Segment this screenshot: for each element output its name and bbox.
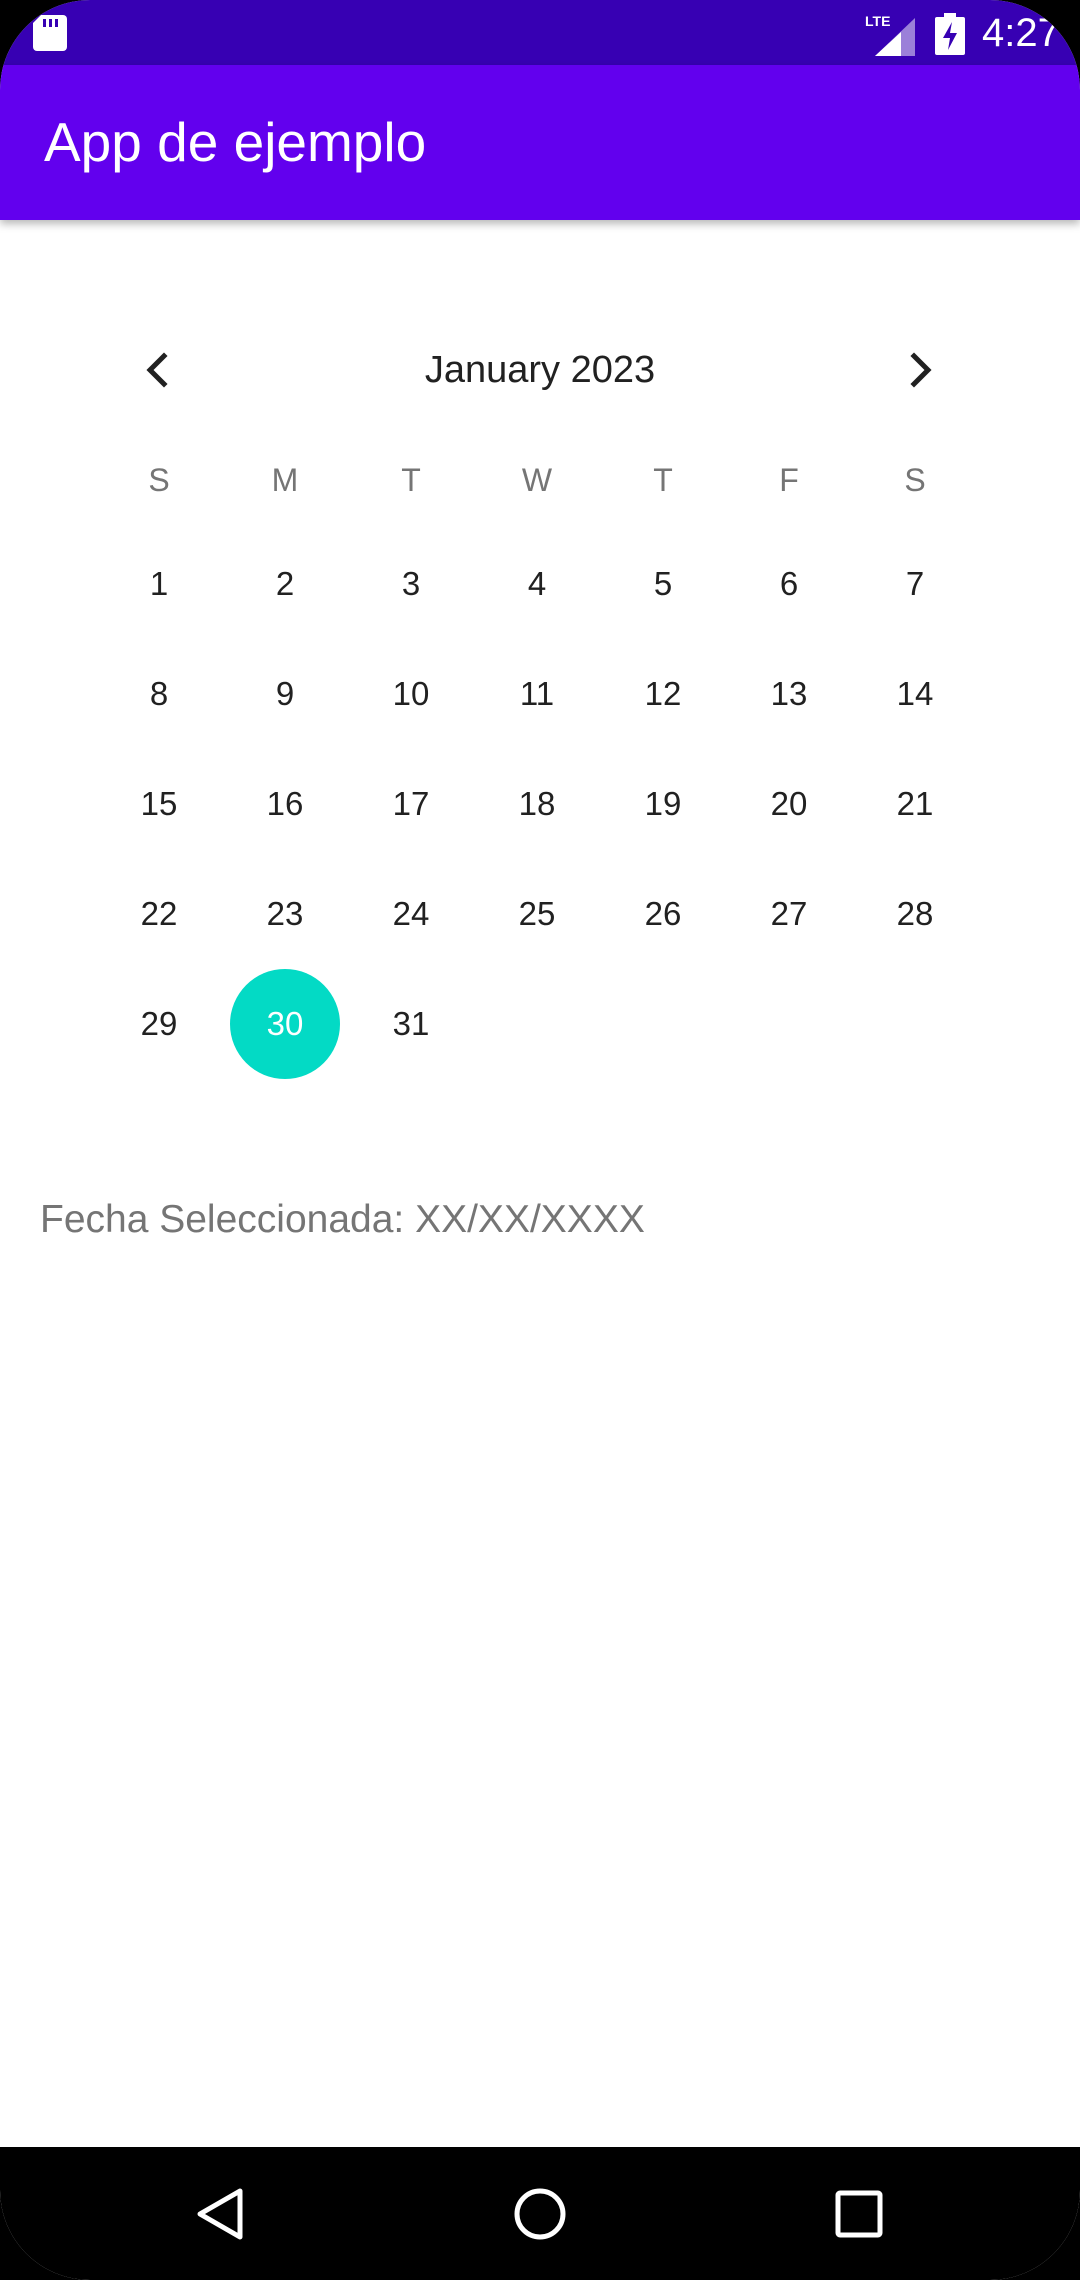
day-number: 26 [644, 895, 682, 932]
calendar-day[interactable]: 19 [608, 749, 718, 859]
calendar-day[interactable]: 7 [860, 529, 970, 639]
day-number: 11 [519, 675, 555, 712]
day-number: 10 [392, 675, 430, 712]
day-number: 5 [653, 565, 673, 602]
calendar-day[interactable]: 24 [356, 859, 466, 969]
back-icon[interactable] [188, 2181, 254, 2247]
previous-month-button[interactable] [118, 330, 198, 410]
system-navigation-bar [0, 2147, 1080, 2280]
calendar-day[interactable]: 26 [608, 859, 718, 969]
weekday-label: T [401, 462, 421, 498]
day-number: 9 [275, 675, 295, 712]
battery-charging-icon [935, 13, 965, 55]
calendar-day[interactable]: 9 [230, 639, 340, 749]
weekday-label: W [521, 462, 553, 498]
chevron-left-icon [146, 352, 168, 388]
day-number: 25 [518, 895, 556, 932]
home-icon[interactable] [507, 2181, 573, 2247]
status-clock: 4:27 [982, 11, 1060, 55]
day-number: 27 [770, 895, 808, 932]
calendar-day[interactable]: 8 [104, 639, 214, 749]
calendar-day[interactable]: 27 [734, 859, 844, 969]
day-number: 24 [392, 895, 430, 932]
calendar-day[interactable]: 20 [734, 749, 844, 859]
day-number: 15 [140, 785, 178, 822]
day-number: 8 [149, 675, 169, 712]
day-number: 6 [779, 565, 799, 602]
day-number: 18 [518, 785, 556, 822]
calendar-day[interactable]: 13 [734, 639, 844, 749]
calendar-day[interactable]: 5 [608, 529, 718, 639]
selected-date-label: Fecha Seleccionada: XX/XX/XXXX [40, 1198, 645, 1241]
calendar-day[interactable]: 31 [356, 969, 466, 1079]
calendar-day[interactable]: 29 [104, 969, 214, 1079]
recents-icon[interactable] [826, 2181, 892, 2247]
day-number: 20 [770, 785, 808, 822]
day-number: 13 [770, 675, 808, 712]
calendar-view: January 2023 S M T W T F S 1 2 3 4 5 6 7 8 9 10 11… [0, 220, 1080, 1120]
day-number: 30 [266, 1005, 304, 1042]
app-bar: App de ejemplo [0, 65, 1080, 220]
next-month-button[interactable] [880, 330, 960, 410]
weekday-label: S [148, 462, 170, 498]
weekday-label: T [653, 462, 673, 498]
calendar-day[interactable]: 1 [104, 529, 214, 639]
day-number: 21 [896, 785, 934, 822]
day-number: 12 [644, 675, 682, 712]
calendar-day[interactable]: 23 [230, 859, 340, 969]
weekday-label: F [779, 462, 799, 498]
day-number: 7 [905, 565, 925, 602]
calendar-day[interactable]: 4 [482, 529, 592, 639]
day-number: 1 [149, 565, 169, 602]
lte-signal-icon: LTE [865, 13, 915, 56]
calendar-day[interactable]: 6 [734, 529, 844, 639]
day-number: 14 [896, 675, 934, 712]
calendar-day[interactable]: 3 [356, 529, 466, 639]
calendar-day[interactable]: 21 [860, 749, 970, 859]
day-number: 17 [392, 785, 430, 822]
calendar-day[interactable]: 12 [608, 639, 718, 749]
day-number: 22 [140, 895, 178, 932]
app-title: App de ejemplo [44, 111, 427, 173]
day-number: 31 [392, 1005, 430, 1042]
chevron-right-icon [910, 352, 932, 388]
status-bar: LTE 4:27 [0, 0, 1080, 65]
day-number: 4 [527, 565, 547, 602]
calendar-day[interactable]: 25 [482, 859, 592, 969]
calendar-day[interactable]: 14 [860, 639, 970, 749]
weekday-label: S [904, 462, 926, 498]
month-year-label: January 2023 [424, 349, 656, 391]
calendar-day[interactable]: 16 [230, 749, 340, 859]
day-number: 28 [896, 895, 934, 932]
svg-text:LTE: LTE [865, 13, 890, 29]
sd-card-icon [33, 15, 67, 51]
day-number: 3 [401, 565, 421, 602]
day-number: 29 [140, 1005, 178, 1042]
day-number: 23 [266, 895, 304, 932]
calendar-day[interactable]: 11 [482, 639, 592, 749]
calendar-day-selected[interactable]: 30 [230, 969, 340, 1079]
calendar-day[interactable]: 17 [356, 749, 466, 859]
weekday-label: M [271, 462, 299, 498]
calendar-day[interactable]: 28 [860, 859, 970, 969]
day-number: 16 [266, 785, 304, 822]
calendar-day[interactable]: 2 [230, 529, 340, 639]
day-number: 19 [644, 785, 682, 822]
calendar-day[interactable]: 10 [356, 639, 466, 749]
calendar-day[interactable]: 18 [482, 749, 592, 859]
calendar-day[interactable]: 22 [104, 859, 214, 969]
calendar-day[interactable]: 15 [104, 749, 214, 859]
app-screen: LTE 4:27 App de ejemplo January 2023 S M… [0, 0, 1080, 2280]
day-number: 2 [275, 565, 295, 602]
